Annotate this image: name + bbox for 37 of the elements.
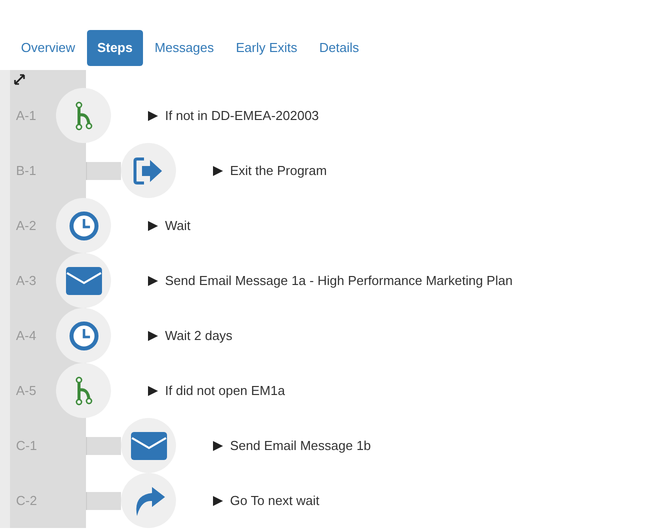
step-number: A-4 <box>16 326 36 345</box>
caret-icon <box>213 496 223 506</box>
tab[interactable]: Messages <box>144 30 224 66</box>
step-toggle[interactable]: Go To next wait <box>213 490 320 510</box>
step-toggle[interactable]: Exit the Program <box>213 160 327 180</box>
tab[interactable]: Overview <box>11 30 86 66</box>
envelope-icon <box>130 432 166 460</box>
clock-icon <box>68 320 98 350</box>
step-toggle[interactable]: If not in DD-EMEA-202003 <box>148 106 319 126</box>
caret-icon <box>213 440 223 450</box>
tab[interactable]: Steps <box>87 30 143 66</box>
branch-icon <box>74 100 92 130</box>
step-toggle[interactable]: Wait <box>148 216 191 236</box>
step-number: A-3 <box>16 272 36 290</box>
step-toggle[interactable]: Send Email Message 1a - High Performance Marketing Plan <box>148 270 513 290</box>
step-number: A-1 <box>16 106 36 125</box>
caret-icon <box>148 220 158 230</box>
caret-icon <box>148 110 158 120</box>
step-toggle[interactable]: If did not open EM1a <box>148 380 285 400</box>
caret-icon <box>213 166 223 176</box>
step-toggle[interactable]: Wait 2 days <box>148 326 232 346</box>
exit-icon <box>132 156 164 184</box>
step-number: A-2 <box>16 216 36 235</box>
caret-icon <box>148 276 158 286</box>
caret-icon <box>148 386 158 396</box>
step-number: B-1 <box>16 162 36 180</box>
step-toggle[interactable]: Send Email Message 1b <box>213 436 371 456</box>
step-number: C-2 <box>16 492 37 510</box>
tab[interactable]: Details <box>309 30 369 66</box>
branch-icon <box>74 376 92 406</box>
step-number: C-1 <box>16 436 37 455</box>
clock-icon <box>68 210 98 240</box>
tab[interactable]: Early Exits <box>226 30 308 66</box>
envelope-icon <box>66 266 102 294</box>
caret-icon <box>148 330 158 340</box>
expand-icon[interactable] <box>14 74 25 85</box>
step-number: A-5 <box>16 382 36 400</box>
